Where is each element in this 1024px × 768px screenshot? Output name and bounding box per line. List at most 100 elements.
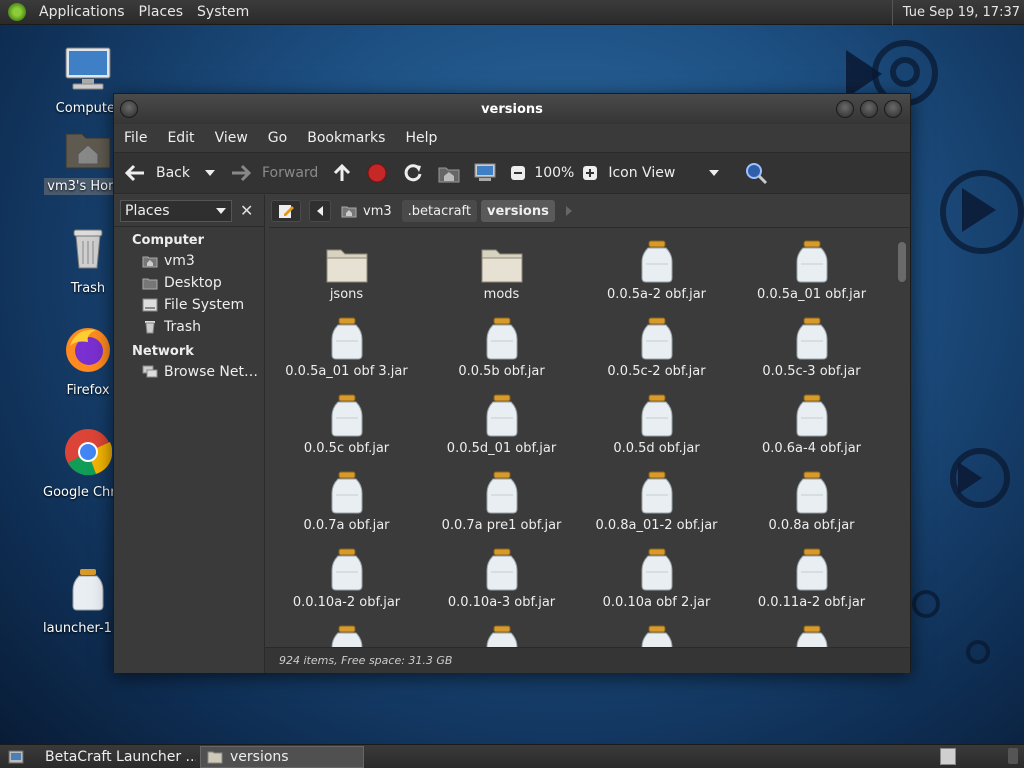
folder-icon: [142, 278, 158, 290]
breadcrumb-betacraft[interactable]: .betacraft: [401, 200, 477, 222]
show-desktop-button[interactable]: [0, 746, 32, 768]
breadcrumb: vm3 .betacraft versions: [265, 195, 910, 331]
window-menu-button[interactable]: [120, 100, 138, 118]
file-name: 0.0.10a-2 obf.jar: [292, 595, 401, 610]
file-item[interactable]: [424, 621, 579, 647]
file-item[interactable]: 0.0.11a-2 obf.jar: [734, 544, 889, 613]
mate-logo-icon[interactable]: [8, 3, 26, 21]
menu-file[interactable]: File: [114, 130, 157, 146]
menubar: File Edit View Go Bookmarks Help: [114, 124, 910, 152]
menu-bookmarks[interactable]: Bookmarks: [297, 130, 395, 146]
folder-icon: [269, 236, 424, 284]
path-scroll-right-button[interactable]: [559, 200, 579, 222]
view-mode-select[interactable]: Icon View: [608, 165, 720, 181]
file-name: 0.0.5c-2 obf.jar: [607, 364, 706, 379]
scrollbar-thumb[interactable]: [898, 242, 906, 282]
clock[interactable]: Tue Sep 19, 17:37: [891, 0, 1024, 25]
file-item[interactable]: [269, 621, 424, 647]
folder-item[interactable]: mods: [424, 236, 579, 305]
sidebar-item-vm3[interactable]: vm3: [114, 250, 264, 272]
edit-location-button[interactable]: [271, 200, 301, 222]
breadcrumb-versions[interactable]: versions: [481, 200, 555, 222]
zoom-in-icon: [583, 166, 598, 180]
system-menu[interactable]: System: [190, 4, 256, 20]
file-item[interactable]: 0.0.5d obf.jar: [579, 390, 734, 459]
jar-icon: [269, 467, 424, 515]
menu-view[interactable]: View: [205, 130, 258, 146]
file-name: 0.0.8a_01-2 obf.jar: [595, 518, 718, 533]
zoom-out-icon: [511, 166, 526, 180]
file-item[interactable]: [734, 621, 889, 647]
file-name: 0.0.8a obf.jar: [768, 518, 855, 533]
menu-help[interactable]: Help: [395, 130, 447, 146]
file-item[interactable]: 0.0.8a obf.jar: [734, 467, 889, 536]
places-menu[interactable]: Places: [132, 4, 191, 20]
folder-item[interactable]: jsons: [269, 236, 424, 305]
stop-button[interactable]: [366, 162, 388, 184]
path-scroll-left-button[interactable]: [309, 200, 331, 222]
file-item[interactable]: 0.0.5c-2 obf.jar: [579, 313, 734, 382]
jar-icon: [579, 313, 734, 361]
jar-icon: [579, 544, 734, 592]
zoom-level[interactable]: 100%: [534, 165, 574, 181]
breadcrumb-vm3[interactable]: vm3: [335, 200, 398, 222]
file-item[interactable]: 0.0.10a obf 2.jar: [579, 544, 734, 613]
computer-button[interactable]: [474, 163, 496, 183]
file-item[interactable]: [579, 621, 734, 647]
jar-icon: [269, 621, 424, 647]
maximize-button[interactable]: [860, 100, 878, 118]
search-button[interactable]: [744, 161, 768, 185]
file-item[interactable]: 0.0.5c-3 obf.jar: [734, 313, 889, 382]
toolbar: Back Forward 100% Icon View: [114, 152, 910, 194]
file-item[interactable]: 0.0.7a obf.jar: [269, 467, 424, 536]
sidebar-close-button[interactable]: ✕: [240, 201, 253, 220]
sidebar-item-desktop[interactable]: Desktop: [114, 272, 264, 294]
home-button[interactable]: [438, 163, 460, 183]
sidebar-type-select[interactable]: Places: [120, 199, 232, 222]
up-button[interactable]: [332, 163, 352, 183]
file-item[interactable]: 0.0.5d_01 obf.jar: [424, 390, 579, 459]
applications-menu[interactable]: Applications: [32, 4, 132, 20]
reload-button[interactable]: [402, 162, 424, 184]
file-item[interactable]: 0.0.6a-4 obf.jar: [734, 390, 889, 459]
minimize-button[interactable]: [836, 100, 854, 118]
back-button[interactable]: Back: [124, 163, 190, 183]
taskbar-item-versions[interactable]: versions: [200, 745, 364, 768]
icon-view[interactable]: jsons mods 0.0.5a-2 obf.jar 0.0.5a_01 obf.j…: [269, 227, 910, 647]
file-item[interactable]: 0.0.5a_01 obf 3.jar: [269, 313, 424, 382]
back-history-dropdown[interactable]: [204, 169, 216, 177]
chevron-right-icon: [565, 206, 572, 216]
jar-icon: [734, 313, 889, 361]
file-item[interactable]: 0.0.8a_01-2 obf.jar: [579, 467, 734, 536]
top-panel: Applications Places System Tue Sep 19, 1…: [0, 0, 1024, 25]
file-item[interactable]: 0.0.7a pre1 obf.jar: [424, 467, 579, 536]
window-titlebar[interactable]: versions: [114, 94, 910, 124]
reload-icon: [404, 164, 422, 182]
file-item[interactable]: 0.0.5c obf.jar: [269, 390, 424, 459]
file-item[interactable]: 0.0.5b obf.jar: [424, 313, 579, 382]
file-item[interactable]: 0.0.10a-3 obf.jar: [424, 544, 579, 613]
forward-arrow-icon: [232, 164, 252, 182]
taskbar-item-betacraft[interactable]: BetaCraft Launcher ...: [32, 746, 196, 768]
jar-icon: [579, 467, 734, 515]
file-item[interactable]: 0.0.5a-2 obf.jar: [579, 236, 734, 305]
zoom-in-button[interactable]: [582, 165, 598, 181]
menu-go[interactable]: Go: [258, 130, 297, 146]
sidebar-item-browse-network[interactable]: Browse Net…: [114, 361, 264, 383]
vertical-scrollbar[interactable]: [898, 232, 908, 632]
forward-button[interactable]: Forward: [230, 163, 318, 183]
workspace-indicator[interactable]: [1008, 748, 1018, 764]
drive-icon: [142, 298, 158, 312]
close-button[interactable]: [884, 100, 902, 118]
menu-edit[interactable]: Edit: [157, 130, 204, 146]
file-name: 0.0.6a-4 obf.jar: [761, 441, 862, 456]
file-item[interactable]: 0.0.10a-2 obf.jar: [269, 544, 424, 613]
folder-icon: [424, 236, 579, 284]
sidebar-item-trash[interactable]: Trash: [114, 316, 264, 338]
jar-icon: [269, 544, 424, 592]
workspace-switcher[interactable]: [940, 748, 956, 765]
sidebar-item-file-system[interactable]: File System: [114, 294, 264, 316]
file-item[interactable]: 0.0.5a_01 obf.jar: [734, 236, 889, 305]
zoom-out-button[interactable]: [510, 165, 526, 181]
up-arrow-icon: [334, 163, 351, 181]
